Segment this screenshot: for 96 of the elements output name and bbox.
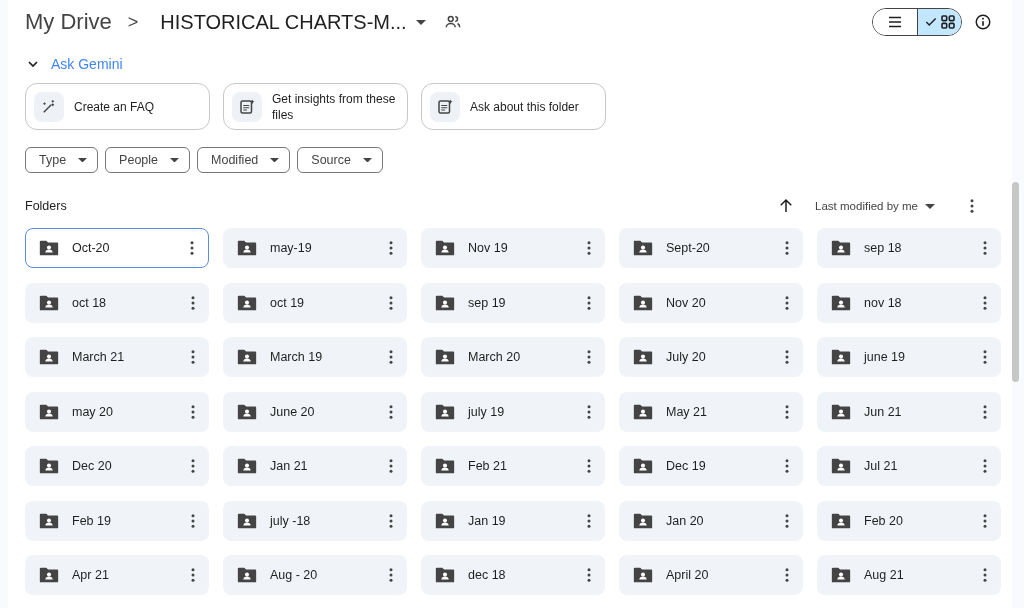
folder-name: Feb 20 [864,513,904,528]
folder-card[interactable]: Jan 20 [619,500,803,541]
document-sparkle-icon [436,97,454,116]
folder-card[interactable]: Feb 21 [421,446,605,486]
folder-name: April 20 [666,568,710,582]
folder-name: Oct-20 [72,241,111,255]
folder-name: sep 18 [864,241,903,255]
folder-card[interactable]: June 20 [223,391,407,432]
folder-name: Aug 21 [864,568,905,582]
ask-gemini-toggle[interactable]: Ask Gemini [25,50,123,78]
folder-name: Sept-20 [666,241,711,255]
folder-card[interactable]: Dec 20 [25,446,209,486]
folder-name: july 19 [468,404,506,419]
folder-card[interactable]: may 20 [25,391,209,432]
folder-card[interactable]: june 19 [817,337,1001,377]
folder-name: sep 19 [468,295,507,310]
filter-dropdown[interactable]: People [105,147,191,173]
folder-name: March 20 [468,350,522,364]
section-heading: Folders [25,199,67,213]
suggestion-chip[interactable]: Ask about this folder [421,83,606,130]
folder-card[interactable]: July 20 [619,337,803,377]
info-icon[interactable] [974,13,992,31]
folder-card[interactable]: April 20 [619,555,803,595]
folder-title-button[interactable]: HISTORICAL CHARTS-M... [160,10,426,34]
caret-icon [170,157,180,163]
folder-name: Aug - 20 [270,568,319,582]
folder-card[interactable]: sep 19 [421,282,605,323]
folder-name: Jan 20 [666,513,705,528]
folder-card[interactable]: March 21 [25,337,209,377]
folder-name: July 20 [666,350,707,364]
folder-name: Nov 19 [468,241,509,255]
folder-name: Dec 20 [72,459,113,473]
folder-card[interactable]: july 19 [421,391,605,432]
caret-icon [925,203,935,209]
folder-card[interactable]: may-19 [223,228,407,268]
folder-card[interactable]: oct 18 [25,282,209,323]
folder-card[interactable]: Jul 21 [817,446,1001,486]
caret-icon [78,157,88,163]
folder-card[interactable]: july -18 [223,500,407,541]
folder-name: nov 18 [864,295,903,310]
folder-card[interactable]: oct 19 [223,282,407,323]
folder-name: Feb 19 [72,513,112,528]
folder-card[interactable]: Feb 19 [25,500,209,541]
folder-name: May 21 [666,404,708,419]
folder-card[interactable]: Jan 21 [223,446,407,486]
folder-card[interactable]: dec 18 [421,555,605,595]
folder-name: oct 18 [72,295,108,310]
folder-card[interactable]: Dec 19 [619,446,803,486]
folder-card[interactable]: nov 18 [817,282,1001,323]
caret-icon [270,157,280,163]
folder-card[interactable]: Apr 21 [25,555,209,595]
folder-name: july -18 [270,513,312,528]
folder-name: Feb 21 [468,459,508,473]
folder-card[interactable]: March 19 [223,337,407,377]
folder-name: may-19 [270,241,313,255]
suggestion-chip[interactable]: Get insights from these files [223,83,408,130]
folder-card[interactable]: Feb 20 [817,500,1001,541]
filter-dropdown[interactable]: Source [297,147,383,173]
folder-card[interactable]: Nov 20 [619,282,803,323]
folder-name: Jan 21 [270,459,309,473]
folder-name: June 20 [270,404,316,419]
folder-name: may 20 [72,404,114,419]
folder-card[interactable]: Jun 21 [817,391,1001,432]
document-sparkle-icon [238,97,256,116]
caret-icon [362,157,372,163]
folder-name: Jan 19 [468,513,507,528]
folder-card[interactable]: Aug - 20 [223,555,407,595]
filter-dropdown[interactable]: Type [25,147,99,173]
folder-name: March 21 [72,350,126,364]
caret-icon [415,19,426,25]
check-icon [923,15,938,29]
folder-name: Nov 20 [666,295,707,310]
breadcrumb-separator: > [127,11,139,33]
folder-name: oct 19 [270,295,306,310]
folder-card[interactable]: Oct-20 [25,228,209,268]
folder-name: dec 18 [468,568,507,582]
folder-name: Dec 19 [666,459,707,473]
folder-name: Apr 21 [72,568,110,582]
folder-card[interactable]: March 20 [421,337,605,377]
folder-card[interactable]: Aug 21 [817,555,1001,595]
sort-dropdown[interactable]: Last modified by me [815,200,935,212]
grid-icon [939,14,956,30]
folder-name: March 19 [270,350,324,364]
folder-card[interactable]: sep 18 [817,228,1001,268]
suggestion-chip[interactable]: Create an FAQ [25,83,210,130]
folder-name: Jun 21 [864,404,903,419]
grid-view-button[interactable] [917,9,961,35]
folder-card[interactable]: Jan 19 [421,500,605,541]
folder-name: Jul 21 [864,459,899,473]
breadcrumb-link[interactable]: My Drive [25,9,112,35]
filter-dropdown[interactable]: Modified [197,147,291,173]
scrollbar-thumb[interactable] [1012,182,1019,382]
folder-card[interactable]: May 21 [619,391,803,432]
folder-name: june 19 [864,350,906,364]
folder-card[interactable]: Sept-20 [619,228,803,268]
folder-card[interactable]: Nov 19 [421,228,605,268]
